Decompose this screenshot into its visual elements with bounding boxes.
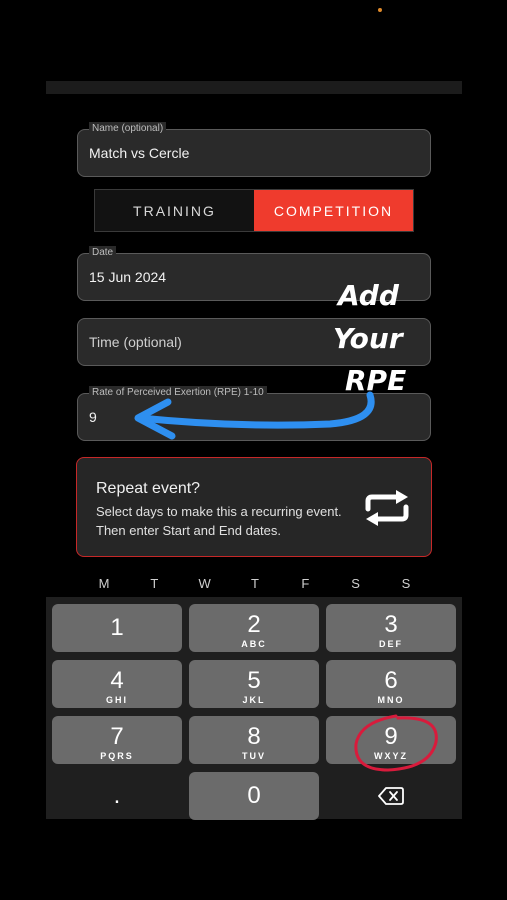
training-option[interactable]: TRAINING <box>95 190 254 231</box>
name-field-value: Match vs Cercle <box>89 145 190 161</box>
key-3-digit: 3 <box>384 611 398 638</box>
annotation-line-3: RPE <box>345 364 407 397</box>
weekday-monday[interactable]: M <box>80 576 128 591</box>
backspace-key[interactable] <box>326 772 456 820</box>
event-type-toggle: TRAINING COMPETITION <box>94 189 414 232</box>
key-2-digit: 2 <box>247 611 261 638</box>
key-4-letters: GHI <box>105 695 128 705</box>
repeat-icon[interactable] <box>362 489 412 527</box>
backspace-icon <box>378 787 404 805</box>
repeat-event-title: Repeat event? <box>96 480 201 497</box>
key-4-digit: 4 <box>110 667 124 694</box>
key-8-letters: TUV <box>242 751 266 761</box>
key-5-digit: 5 <box>247 667 261 694</box>
key-6-digit: 6 <box>384 667 398 694</box>
rpe-field[interactable]: Rate of Perceived Exertion (RPE) 1-10 9 <box>77 386 431 441</box>
weekday-friday[interactable]: F <box>281 576 329 591</box>
key-0-digit: 0 <box>247 782 261 809</box>
key-7[interactable]: 7 PQRS <box>52 716 182 764</box>
top-bar <box>46 81 462 94</box>
annotation-line-1: Add <box>338 279 399 312</box>
date-field-label: Date <box>89 246 117 260</box>
key-1[interactable]: 1 <box>52 604 182 652</box>
key-8[interactable]: 8 TUV <box>189 716 319 764</box>
key-0[interactable]: 0 <box>189 772 319 820</box>
key-9-letters: WXYZ <box>374 751 408 761</box>
rpe-field-value: 9 <box>89 409 97 425</box>
key-5[interactable]: 5 JKL <box>189 660 319 708</box>
key-1-digit: 1 <box>110 614 124 641</box>
annotation-line-2: Your <box>333 322 403 355</box>
weekday-saturday[interactable]: S <box>332 576 380 591</box>
repeat-event-card[interactable]: Repeat event? Select days to make this a… <box>76 457 432 557</box>
status-indicator <box>378 8 382 12</box>
key-9-digit: 9 <box>384 723 398 750</box>
key-6[interactable]: 6 MNO <box>326 660 456 708</box>
rpe-field-label: Rate of Perceived Exertion (RPE) 1-10 <box>89 386 267 400</box>
date-field-value: 15 Jun 2024 <box>89 269 167 285</box>
key-8-digit: 8 <box>247 723 261 750</box>
key-4[interactable]: 4 GHI <box>52 660 182 708</box>
key-6-letters: MNO <box>377 695 405 705</box>
repeat-event-description: Select days to make this a recurring eve… <box>96 504 342 538</box>
key-3[interactable]: 3 DEF <box>326 604 456 652</box>
weekday-tuesday[interactable]: T <box>130 576 178 591</box>
key-2-letters: ABC <box>241 639 267 649</box>
key-5-letters: JKL <box>242 695 266 705</box>
key-2[interactable]: 2 ABC <box>189 604 319 652</box>
key-decimal-digit: . <box>113 782 121 809</box>
time-field-placeholder: Time (optional) <box>89 334 182 350</box>
name-field-label: Name (optional) <box>89 122 167 136</box>
key-7-letters: PQRS <box>100 751 134 761</box>
key-decimal[interactable]: . <box>52 772 182 820</box>
weekday-selector: M T W T F S S <box>80 576 430 591</box>
key-9[interactable]: 9 WXYZ <box>326 716 456 764</box>
numeric-keypad: 1 2 ABC 3 DEF 4 GHI 5 JKL 6 MNO 7 PQRS 8… <box>46 597 462 820</box>
competition-option[interactable]: COMPETITION <box>254 190 413 231</box>
weekday-wednesday[interactable]: W <box>181 576 229 591</box>
key-3-letters: DEF <box>379 639 403 649</box>
weekday-thursday[interactable]: T <box>231 576 279 591</box>
name-field[interactable]: Name (optional) Match vs Cercle <box>77 122 431 177</box>
key-7-digit: 7 <box>110 723 124 750</box>
weekday-sunday[interactable]: S <box>382 576 430 591</box>
